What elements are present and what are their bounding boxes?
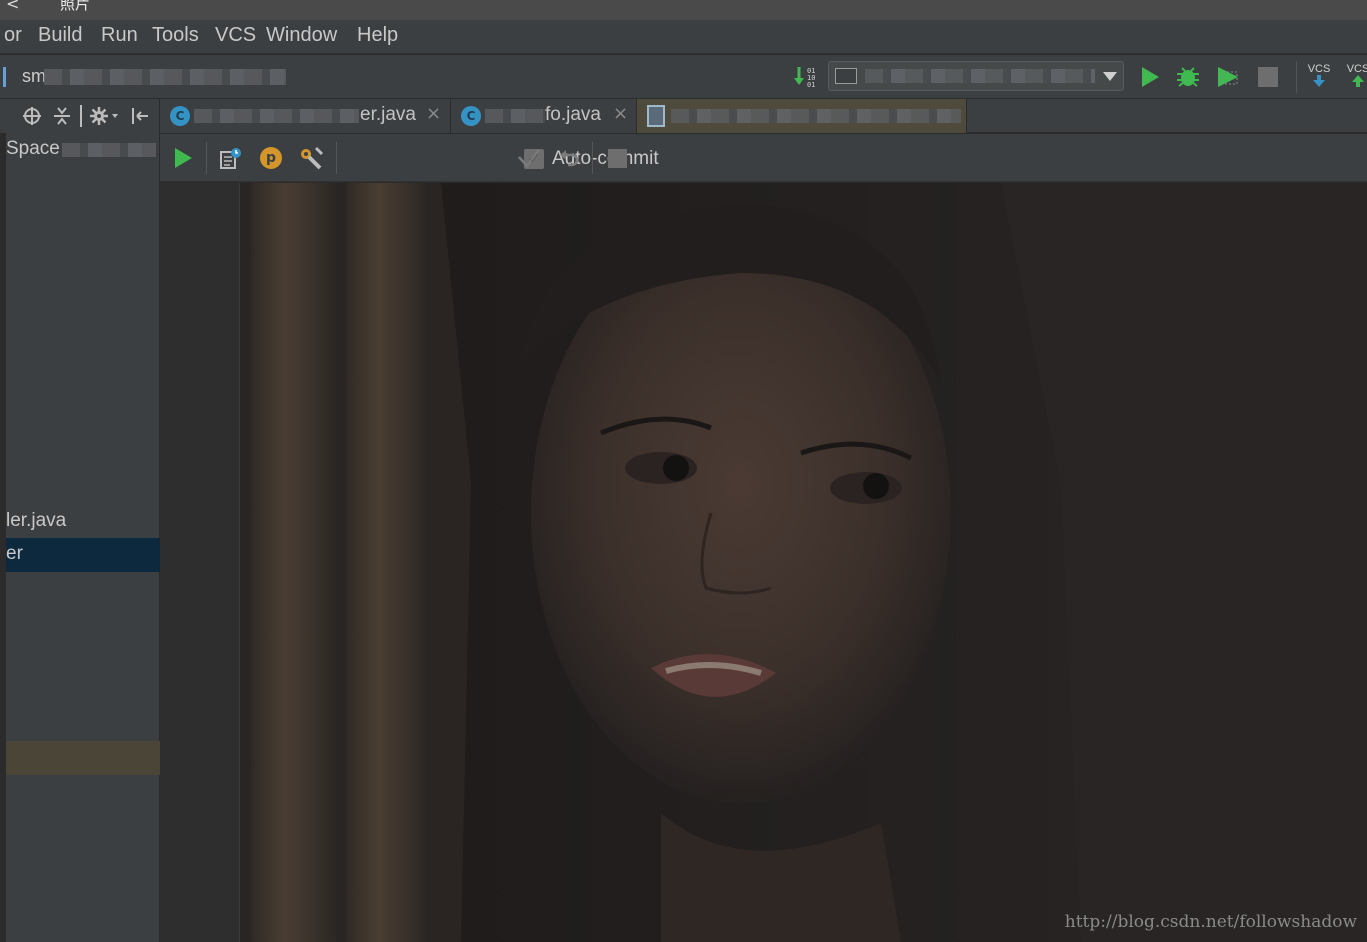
tab-er-java[interactable]: C er.java × bbox=[160, 99, 451, 133]
run-button[interactable] bbox=[1136, 63, 1164, 91]
chevron-down-icon[interactable] bbox=[1103, 72, 1117, 81]
project-icon bbox=[3, 67, 15, 87]
project-name[interactable]: sm bbox=[22, 66, 46, 87]
editor-area[interactable]: http://blog.csdn.net/followshadow bbox=[160, 183, 1367, 942]
tab-active-console[interactable] bbox=[637, 99, 967, 133]
class-icon: C bbox=[170, 106, 190, 126]
debug-button[interactable] bbox=[1174, 63, 1202, 91]
blurred-tab-name bbox=[485, 109, 545, 123]
menu-window[interactable]: Window bbox=[266, 24, 337, 47]
tab-label: er.java bbox=[360, 104, 416, 125]
menu-editor[interactable]: or bbox=[4, 24, 22, 47]
close-icon[interactable]: × bbox=[426, 103, 441, 124]
execute-button[interactable] bbox=[170, 145, 196, 171]
window-titlebar: < 照片 bbox=[0, 0, 1367, 20]
file-icon bbox=[647, 105, 665, 127]
blurred-tab-name bbox=[671, 109, 961, 123]
svg-text:01: 01 bbox=[807, 81, 815, 89]
blurred-config-name bbox=[865, 69, 1095, 83]
sidebar-header: Space bbox=[6, 138, 60, 159]
gear-icon[interactable] bbox=[88, 104, 120, 128]
sidebar-separator bbox=[80, 105, 82, 127]
separator bbox=[336, 142, 337, 174]
menu-tools[interactable]: Tools bbox=[152, 24, 199, 47]
close-icon[interactable]: × bbox=[613, 103, 628, 124]
menu-bar: or Build Run Tools VCS Window Help bbox=[0, 20, 1367, 54]
stop-execution-button[interactable] bbox=[606, 147, 628, 169]
sidebar-toolbar bbox=[0, 99, 160, 133]
back-arrow-icon[interactable]: < bbox=[6, 0, 19, 13]
menu-run[interactable]: Run bbox=[101, 24, 138, 47]
console-toolbar: p ✓ Auto-commit bbox=[160, 134, 1367, 182]
stop-button[interactable] bbox=[1256, 65, 1280, 89]
sidebar-item-selected[interactable]: er bbox=[6, 538, 160, 572]
sidebar-item-label: er bbox=[6, 543, 23, 564]
locate-icon[interactable] bbox=[20, 104, 44, 128]
blurred-path bbox=[44, 69, 286, 85]
menu-help[interactable]: Help bbox=[357, 24, 398, 47]
tab-fo-java[interactable]: C fo.java × bbox=[451, 99, 637, 133]
config-icon bbox=[835, 68, 857, 84]
parameters-icon[interactable]: p bbox=[258, 145, 284, 171]
blurred-tab-name bbox=[194, 109, 359, 123]
settings-wrench-icon[interactable] bbox=[298, 145, 324, 171]
vcs-update-button[interactable]: VCS bbox=[1307, 63, 1331, 90]
toolbar-separator bbox=[1296, 61, 1297, 93]
menu-build[interactable]: Build bbox=[38, 24, 82, 47]
window-title: 照片 bbox=[60, 0, 91, 13]
sort-binary-icon[interactable]: 01 10 01 bbox=[792, 63, 820, 91]
class-icon: C bbox=[461, 106, 481, 126]
editor-background-photo bbox=[241, 183, 1367, 942]
collapse-all-icon[interactable] bbox=[50, 104, 74, 128]
commit-check-icon[interactable] bbox=[516, 145, 542, 171]
vcs-commit-button[interactable]: VCS bbox=[1346, 63, 1367, 90]
arrow-down-icon bbox=[1313, 75, 1325, 87]
project-sidebar: Space ler.java er bbox=[0, 133, 160, 942]
rollback-icon[interactable] bbox=[556, 145, 582, 171]
menu-vcs[interactable]: VCS bbox=[215, 24, 256, 47]
run-coverage-button[interactable] bbox=[1214, 63, 1242, 91]
sidebar-item-highlighted[interactable] bbox=[6, 741, 160, 775]
line-gutter bbox=[160, 183, 240, 942]
run-configuration-select[interactable] bbox=[828, 61, 1124, 91]
main-toolbar: sm 01 10 01 VCS VCS bbox=[0, 55, 1367, 99]
browse-history-icon[interactable] bbox=[218, 145, 244, 171]
tab-label: fo.java bbox=[545, 104, 601, 125]
separator bbox=[592, 142, 593, 174]
watermark-url: http://blog.csdn.net/followshadow bbox=[1064, 912, 1357, 932]
arrow-up-icon bbox=[1352, 75, 1364, 87]
sidebar-item-ler-java[interactable]: ler.java bbox=[6, 510, 66, 532]
hide-panel-icon[interactable] bbox=[128, 104, 152, 128]
blurred-sidebar-header bbox=[62, 143, 156, 157]
separator bbox=[206, 142, 207, 174]
editor-tabs: C er.java × C fo.java × bbox=[160, 99, 1367, 133]
